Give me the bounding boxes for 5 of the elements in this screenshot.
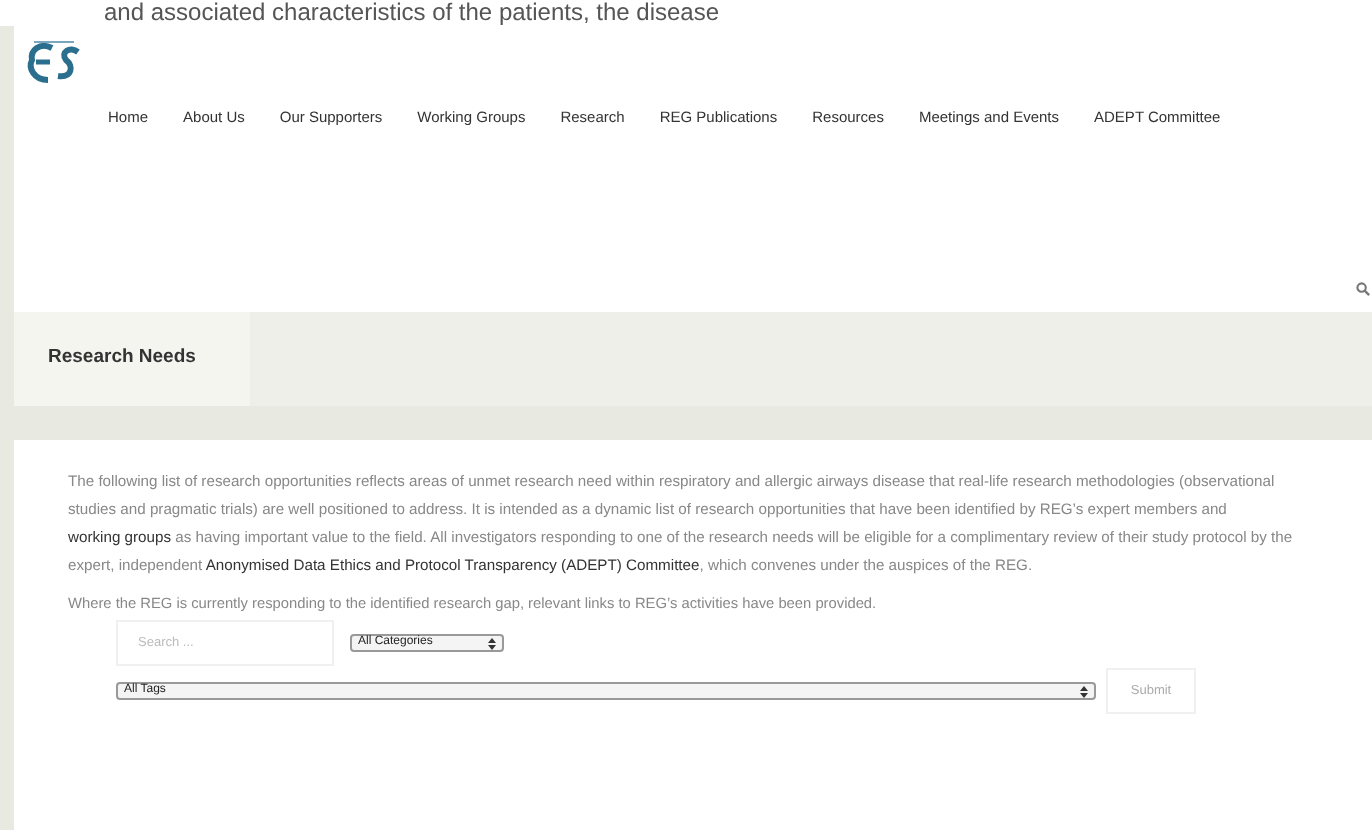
page-title: Research Needs: [48, 344, 196, 373]
page-heading-text: and associated characteristics of the patients, the disease: [104, 0, 720, 26]
select-arrows-icon: [1080, 685, 1088, 697]
select-arrows-icon: [488, 637, 496, 649]
search-icon[interactable]: [1356, 282, 1370, 296]
